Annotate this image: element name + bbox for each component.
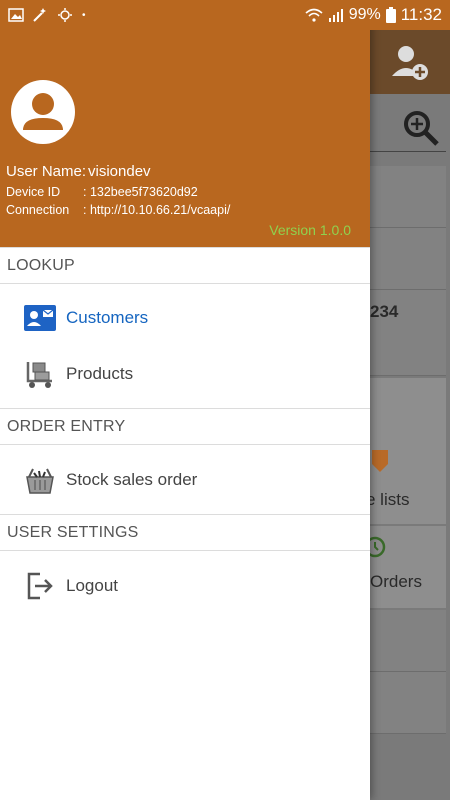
menu-item-label: Customers: [66, 308, 149, 327]
connection-value: : http://10.10.66.21/vcaapi/: [83, 203, 231, 217]
background-card: [370, 228, 446, 290]
user-avatar-icon: [23, 93, 63, 130]
version-label: Version 1.0.0: [269, 222, 351, 238]
menu-item-label: Logout: [66, 576, 118, 595]
system-status: 99% 11:32: [305, 5, 442, 25]
battery-percent: 99%: [348, 6, 381, 23]
section-lookup: LOOKUP: [0, 247, 370, 284]
battery-icon: [385, 7, 396, 23]
background-tile: e lists: [366, 378, 446, 524]
connection-label: Connection: [6, 203, 70, 217]
hand-truck-icon: [24, 358, 56, 390]
background-card: [370, 672, 446, 734]
background-content: 234 e lists Orders: [364, 94, 450, 800]
device-id-value: : 132bee5f73620d92: [83, 185, 198, 199]
connection-row: Connection : http://10.10.66.21/vcaapi/: [6, 203, 230, 217]
menu-item-logout[interactable]: Logout: [0, 558, 370, 614]
magic-wand-icon: [33, 8, 46, 22]
background-card: [370, 610, 446, 672]
user-info: User Name: visiondev Device ID : 132bee5…: [6, 163, 230, 221]
background-card-number: 234: [370, 302, 399, 321]
device-id-label: Device ID: [6, 185, 61, 199]
background-card: [370, 166, 446, 228]
app-bar: [370, 30, 450, 94]
user-name-label: User Name:: [6, 163, 87, 180]
section-user-settings: USER SETTINGS: [0, 514, 370, 551]
tag-icon: [372, 450, 388, 472]
background-orders: Orders: [370, 572, 422, 591]
menu-item-label: Products: [66, 364, 134, 383]
background-tile: Orders: [364, 526, 446, 608]
user-name-row: User Name: visiondev: [6, 163, 230, 180]
menu-item-label: Stock sales order: [66, 470, 198, 489]
contact-card-icon: [24, 302, 56, 334]
wifi-icon: [305, 8, 323, 22]
menu-item-products[interactable]: Products: [0, 346, 370, 402]
image-icon: [8, 8, 24, 22]
avatar: [11, 80, 75, 144]
signal-icon: [328, 9, 343, 22]
background-card: 234: [370, 290, 446, 376]
add-user-icon[interactable]: [390, 42, 430, 82]
navigation-drawer: User Name: visiondev Device ID : 132bee5…: [0, 0, 370, 800]
clock: 11:32: [400, 5, 442, 24]
notification-icons: •: [8, 7, 86, 23]
brightness-icon: [58, 8, 72, 22]
status-bar: • 99% 11:32: [0, 0, 450, 30]
dot-icon: •: [82, 9, 86, 21]
drawer-header: User Name: visiondev Device ID : 132bee5…: [0, 0, 370, 247]
device-id-row: Device ID : 132bee5f73620d92: [6, 185, 230, 199]
user-name-value: visiondev: [88, 163, 151, 180]
search-icon[interactable]: [402, 109, 440, 147]
menu-item-stock-sales-order[interactable]: Stock sales order: [0, 452, 370, 508]
section-order-entry: ORDER ENTRY: [0, 408, 370, 445]
background-price-lists: e lists: [366, 490, 410, 509]
basket-icon: [24, 464, 56, 496]
menu-item-customers[interactable]: Customers: [0, 290, 370, 346]
logout-icon: [24, 570, 56, 602]
search-bar[interactable]: [370, 104, 446, 152]
